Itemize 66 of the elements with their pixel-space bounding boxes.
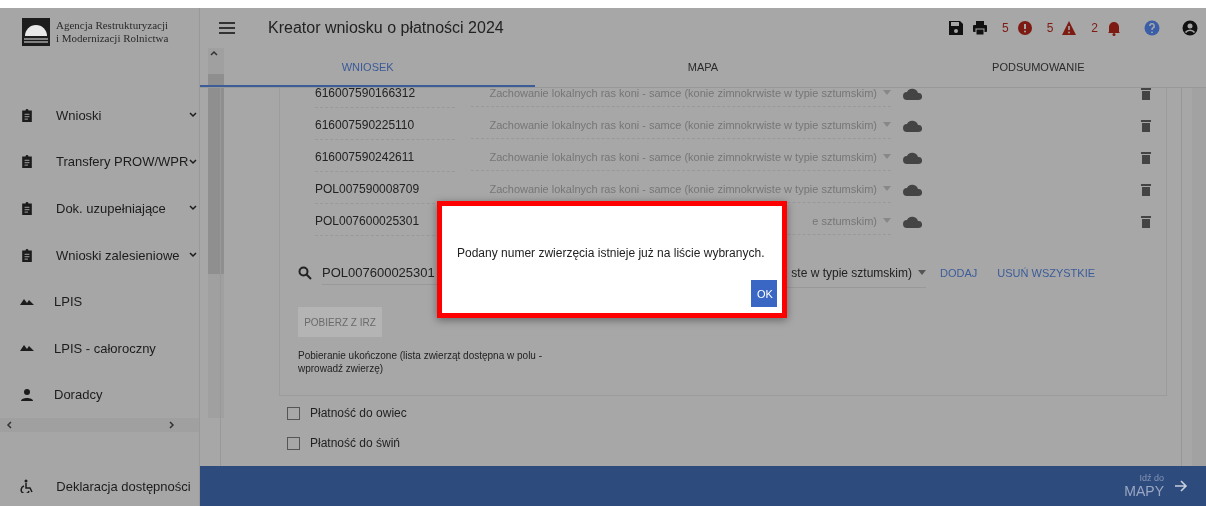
clipboard-icon xyxy=(22,248,32,262)
caret-icon xyxy=(918,270,926,275)
sidebar-item[interactable]: Wnioski zalesieniowe xyxy=(0,231,209,279)
next-step-button[interactable]: Idź do MAPY xyxy=(1118,472,1194,500)
tab[interactable]: MAPA xyxy=(535,48,871,87)
caret-icon xyxy=(883,218,891,223)
page-title: Kreator wniosku o płatności 2024 xyxy=(268,19,505,37)
person-icon xyxy=(21,388,33,401)
chevron-up-icon xyxy=(209,48,220,58)
arrow-right-icon xyxy=(1174,479,1188,493)
caret-icon xyxy=(883,154,891,159)
trash-icon[interactable] xyxy=(1141,88,1151,100)
sidebar-item[interactable]: Wnioski xyxy=(0,92,209,139)
mountain-icon xyxy=(20,298,34,305)
dialog-message: Podany numer zwierzęcia istnieje już na liście wybranych. xyxy=(457,246,766,260)
trash-icon[interactable] xyxy=(1141,118,1151,132)
chevron-right-icon xyxy=(167,420,177,430)
sidebar-item[interactable]: Dok. uzupełniające xyxy=(0,185,209,232)
clipboard-icon xyxy=(22,108,32,122)
notification-count: 5 xyxy=(1046,21,1054,35)
caret-icon xyxy=(883,186,891,191)
account-icon[interactable] xyxy=(1182,20,1198,36)
checkbox[interactable] xyxy=(287,406,300,420)
bell-icon[interactable] xyxy=(1106,20,1122,36)
notification-count: 5 xyxy=(1001,21,1009,35)
logo-icon xyxy=(22,18,50,46)
trash-icon[interactable] xyxy=(1141,150,1151,164)
status-text: Pobieranie ukończone (lista zwierząt dostępna w polu - wprowadź zwierzę) xyxy=(298,349,544,375)
save-icon[interactable] xyxy=(947,20,964,36)
wheelchair-icon xyxy=(20,479,34,493)
clipboard-icon xyxy=(22,155,32,169)
clipboard-icon xyxy=(22,201,32,215)
notification-count: 2 xyxy=(1091,21,1098,35)
cloud-icon xyxy=(903,88,923,100)
checkbox-label: Płatność do świń xyxy=(310,436,401,450)
tab[interactable]: PODSUMOWANIE xyxy=(870,48,1206,87)
animal-number: 616007590242611 xyxy=(315,142,455,172)
organization-name: Agencja Restrukturyzacji i Modernizacji Rolnictwa xyxy=(56,19,169,45)
cloud-icon xyxy=(903,214,923,228)
cloud-icon xyxy=(903,118,923,132)
accessibility-link[interactable]: Deklaracja dostępności xyxy=(0,466,199,506)
search-icon xyxy=(298,266,312,280)
ok-button[interactable]: OK xyxy=(751,280,777,307)
animal-number: 616007590166312 xyxy=(315,88,455,108)
horizontal-scrollbar[interactable] xyxy=(0,418,199,432)
sidebar-item[interactable]: LPIS xyxy=(0,278,209,325)
checkbox[interactable] xyxy=(287,436,300,450)
cloud-icon xyxy=(903,150,923,164)
sidebar-item[interactable]: Doradcy xyxy=(0,371,209,419)
animal-number: 616007590225110 xyxy=(315,110,455,140)
sidebar-item[interactable]: Transfery PROW/WPR xyxy=(0,138,209,186)
caret-icon xyxy=(883,122,891,127)
cloud-icon xyxy=(903,182,923,196)
scrollbar[interactable] xyxy=(1192,88,1206,466)
trash-icon[interactable] xyxy=(1141,182,1151,196)
print-icon[interactable] xyxy=(971,20,988,36)
help-icon[interactable] xyxy=(1144,20,1160,36)
sidebar-item[interactable]: LPIS - całoroczny xyxy=(0,324,209,372)
mountain-icon xyxy=(20,345,34,352)
caret-icon xyxy=(883,90,891,95)
error-icon[interactable] xyxy=(1016,20,1033,36)
warning-icon[interactable] xyxy=(1061,20,1078,36)
trash-icon[interactable] xyxy=(1141,214,1151,228)
chevron-left-icon xyxy=(4,420,14,430)
menu-icon[interactable] xyxy=(218,21,236,35)
checkbox-label: Płatność do owiec xyxy=(310,406,407,420)
